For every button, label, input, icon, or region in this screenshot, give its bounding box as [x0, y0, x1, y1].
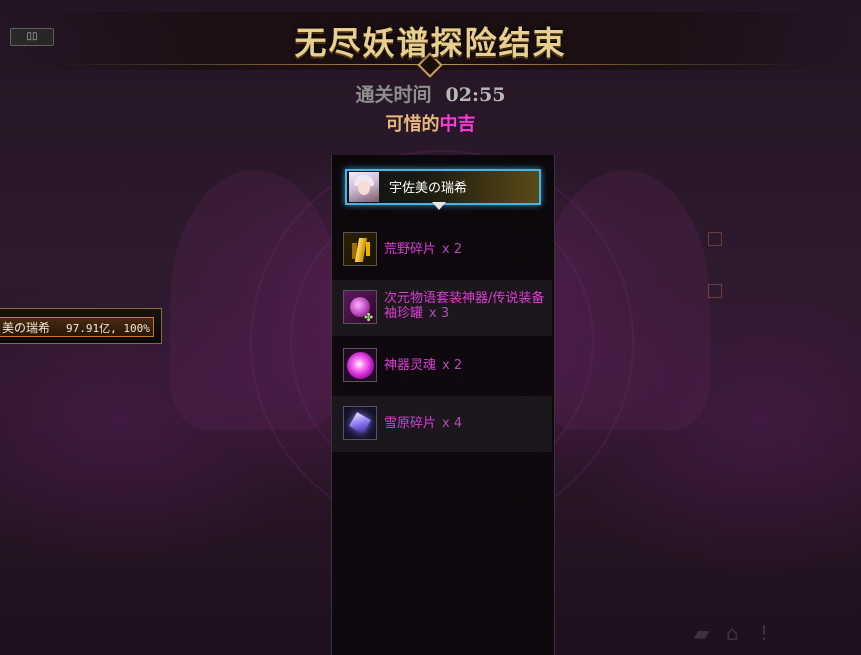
- card-icon[interactable]: ▰: [694, 621, 709, 645]
- clear-time-value: 02:55: [445, 84, 506, 106]
- reward-label: 荒野碎片 x 2: [384, 242, 549, 257]
- pointer-arrow-icon: [432, 202, 446, 210]
- reward-item[interactable]: ✤ 次元物语套装神器/传说装备袖珍罐 x 3: [332, 280, 552, 336]
- checkbox-icon: [708, 284, 722, 298]
- title-divider-left: [62, 64, 422, 65]
- gold-shard-icon: [343, 232, 377, 266]
- reward-item[interactable]: 雪原碎片 x 4: [332, 396, 552, 452]
- page-title: 无尽妖谱探险结束: [294, 24, 567, 62]
- checkbox-icon: [708, 232, 722, 246]
- reward-qty: x 2: [442, 358, 463, 373]
- side-party-bar: 美の瑞希 97.91亿, 100%: [0, 317, 154, 337]
- side-party-stats: 97.91亿, 100%: [66, 322, 150, 335]
- background-ornament-wing: [540, 170, 710, 430]
- reward-name: 神器灵魂: [384, 358, 437, 373]
- equipment-pack-icon: ✤: [343, 290, 377, 324]
- reward-qty: x 2: [442, 242, 463, 257]
- snowfield-shard-icon: [343, 406, 377, 440]
- reward-name: 荒野碎片: [384, 242, 437, 257]
- reward-item[interactable]: 荒野碎片 x 2: [332, 222, 552, 278]
- artifact-soul-icon: [343, 348, 377, 382]
- result-rating: 可惜的中吉: [0, 110, 861, 136]
- side-party-name: 美の瑞希: [2, 321, 51, 335]
- background-ornament-wing: [170, 170, 340, 430]
- player-name: 宇佐美の瑞希: [389, 181, 468, 196]
- reward-label: 次元物语套装神器/传说装备袖珍罐 x 3: [384, 291, 549, 321]
- reward-label: 神器灵魂 x 2: [384, 358, 549, 373]
- reward-name: 雪原碎片: [384, 416, 437, 431]
- title-divider-right: [439, 64, 799, 65]
- quest-tracker-item: [708, 284, 728, 301]
- player-plate[interactable]: 宇佐美の瑞希: [345, 169, 541, 205]
- reward-item[interactable]: 神器灵魂 x 2: [332, 338, 552, 394]
- home-icon[interactable]: ⌂: [726, 621, 739, 645]
- result-rank: 中吉: [439, 114, 476, 135]
- reward-qty: x 4: [442, 416, 463, 431]
- reward-label: 雪原碎片 x 4: [384, 416, 549, 431]
- side-party-plate[interactable]: 美の瑞希 97.91亿, 100%: [0, 308, 162, 344]
- reward-qty: x 3: [429, 306, 450, 321]
- clear-time-label: 通关时间: [355, 84, 432, 106]
- quest-tracker-item: [708, 232, 728, 249]
- reward-name: 次元物语套装神器/传说装备袖珍罐: [384, 291, 545, 321]
- player-avatar: [349, 172, 379, 202]
- result-prefix: 可惜的: [385, 114, 440, 135]
- alert-icon[interactable]: !: [760, 621, 768, 645]
- clear-time: 通关时间 02:55: [0, 80, 861, 107]
